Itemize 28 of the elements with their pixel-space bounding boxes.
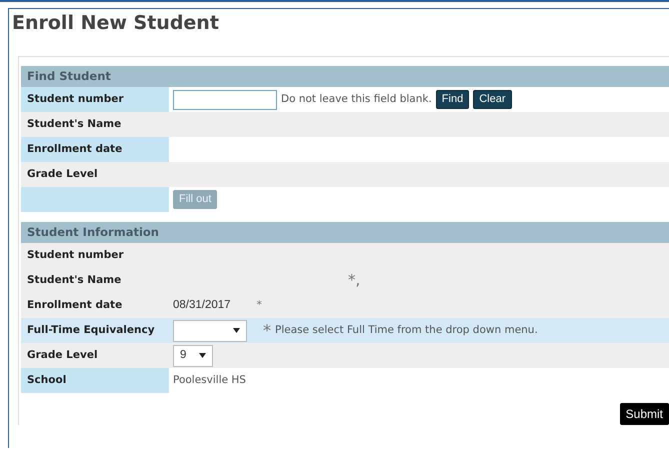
required-mark: *, [348, 270, 360, 292]
hint-text: Please select Full Time from the drop down menu. [275, 322, 538, 338]
field-label: Enrollment date [21, 137, 169, 162]
hint-text: Do not leave this field blank. [281, 92, 432, 107]
submit-button[interactable]: Submit [620, 403, 669, 425]
required-mark: * [263, 320, 271, 342]
field-label: Full-Time Equivalency [26, 322, 156, 338]
date-value: 08/31/2017 [173, 298, 231, 313]
field-label: Enrollment date [26, 298, 124, 313]
field-label: Student's Name [26, 272, 122, 288]
caret-icon [199, 353, 206, 358]
required-mark: * [256, 298, 262, 313]
section-header: Find Student [21, 66, 669, 87]
field-label: Student number [26, 248, 125, 263]
field-label: School [21, 368, 169, 393]
action-button[interactable]: Clear [473, 90, 512, 109]
text-field[interactable] [173, 90, 277, 110]
page-title: Enroll New Student [11, 11, 220, 35]
action-button[interactable]: Find [436, 90, 470, 109]
dropdown[interactable] [173, 320, 247, 342]
section-header: Student Information [21, 222, 669, 243]
field-label: Student number [21, 87, 169, 112]
field-label: Student's Name [26, 116, 122, 132]
hint-text: Poolesville HS [173, 372, 246, 388]
field-label: Grade Level [26, 166, 99, 182]
field-label: Grade Level [26, 348, 99, 363]
dropdown[interactable]: 9 [173, 344, 213, 366]
caret-icon [233, 328, 240, 333]
